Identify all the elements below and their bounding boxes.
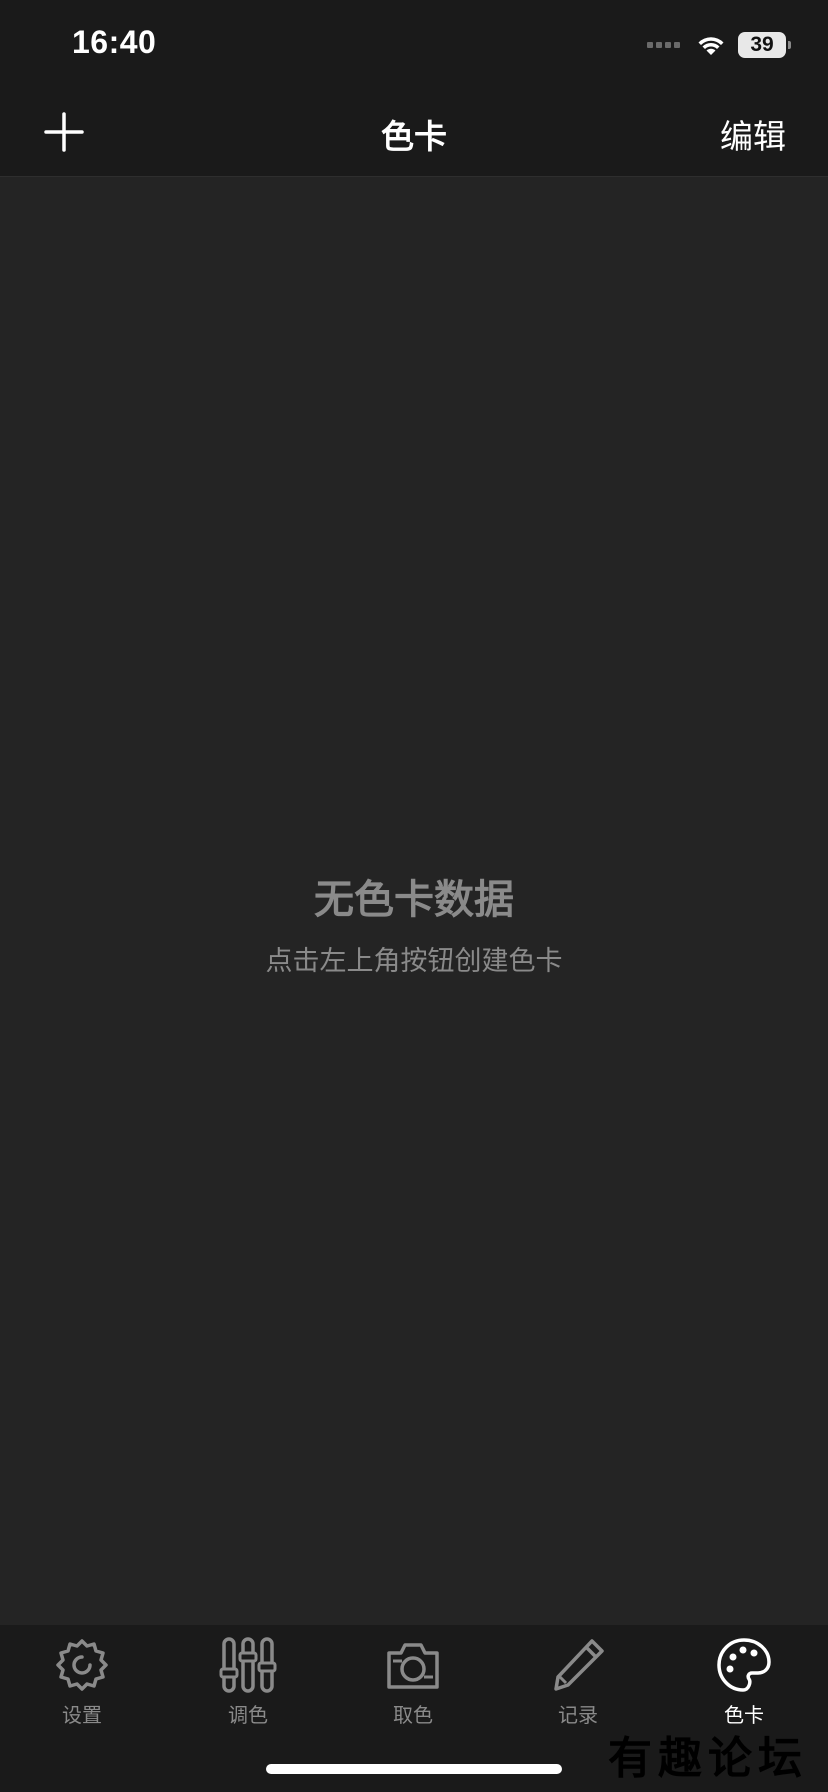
- camera-icon: [387, 1643, 439, 1689]
- tab-color-adjust-label: 调色: [228, 1703, 268, 1727]
- empty-state-subtitle: 点击左上角按钮创建色卡: [265, 946, 563, 977]
- watermark: 有趣论坛: [608, 1733, 808, 1784]
- empty-state: 无色卡数据 点击左上角按钮创建色卡: [0, 867, 828, 978]
- tab-settings-label: 设置: [62, 1703, 102, 1727]
- status-bar: 16:40 39: [0, 0, 828, 88]
- color-card-list: 无色卡数据 点击左上角按钮创建色卡: [0, 177, 828, 1625]
- palette-icon: [717, 1638, 771, 1692]
- pencil-icon: [554, 1639, 604, 1691]
- tab-color-pick-label: 取色: [393, 1703, 433, 1727]
- edit-button[interactable]: 编辑: [720, 110, 786, 158]
- status-time: 16:40: [72, 24, 157, 60]
- tab-color-adjust[interactable]: 调色: [188, 1635, 308, 1735]
- cellular-signal-icon: [647, 42, 680, 48]
- battery-level: 39: [750, 33, 774, 56]
- tab-color-pick[interactable]: 取色: [353, 1635, 473, 1735]
- home-indicator[interactable]: [266, 1764, 562, 1774]
- tab-settings[interactable]: 设置: [22, 1635, 142, 1735]
- navigation-bar: 色卡 编辑: [0, 88, 828, 177]
- empty-state-title: 无色卡数据: [314, 877, 514, 923]
- battery-icon: 39: [738, 32, 791, 58]
- tab-color-cards[interactable]: 色卡: [684, 1635, 804, 1735]
- sliders-icon: [219, 1637, 277, 1693]
- wifi-icon: [698, 37, 724, 55]
- status-indicators: 39: [647, 30, 791, 60]
- gear-icon: [56, 1639, 108, 1691]
- page-title: 色卡: [381, 117, 447, 156]
- tab-records[interactable]: 记录: [518, 1635, 638, 1735]
